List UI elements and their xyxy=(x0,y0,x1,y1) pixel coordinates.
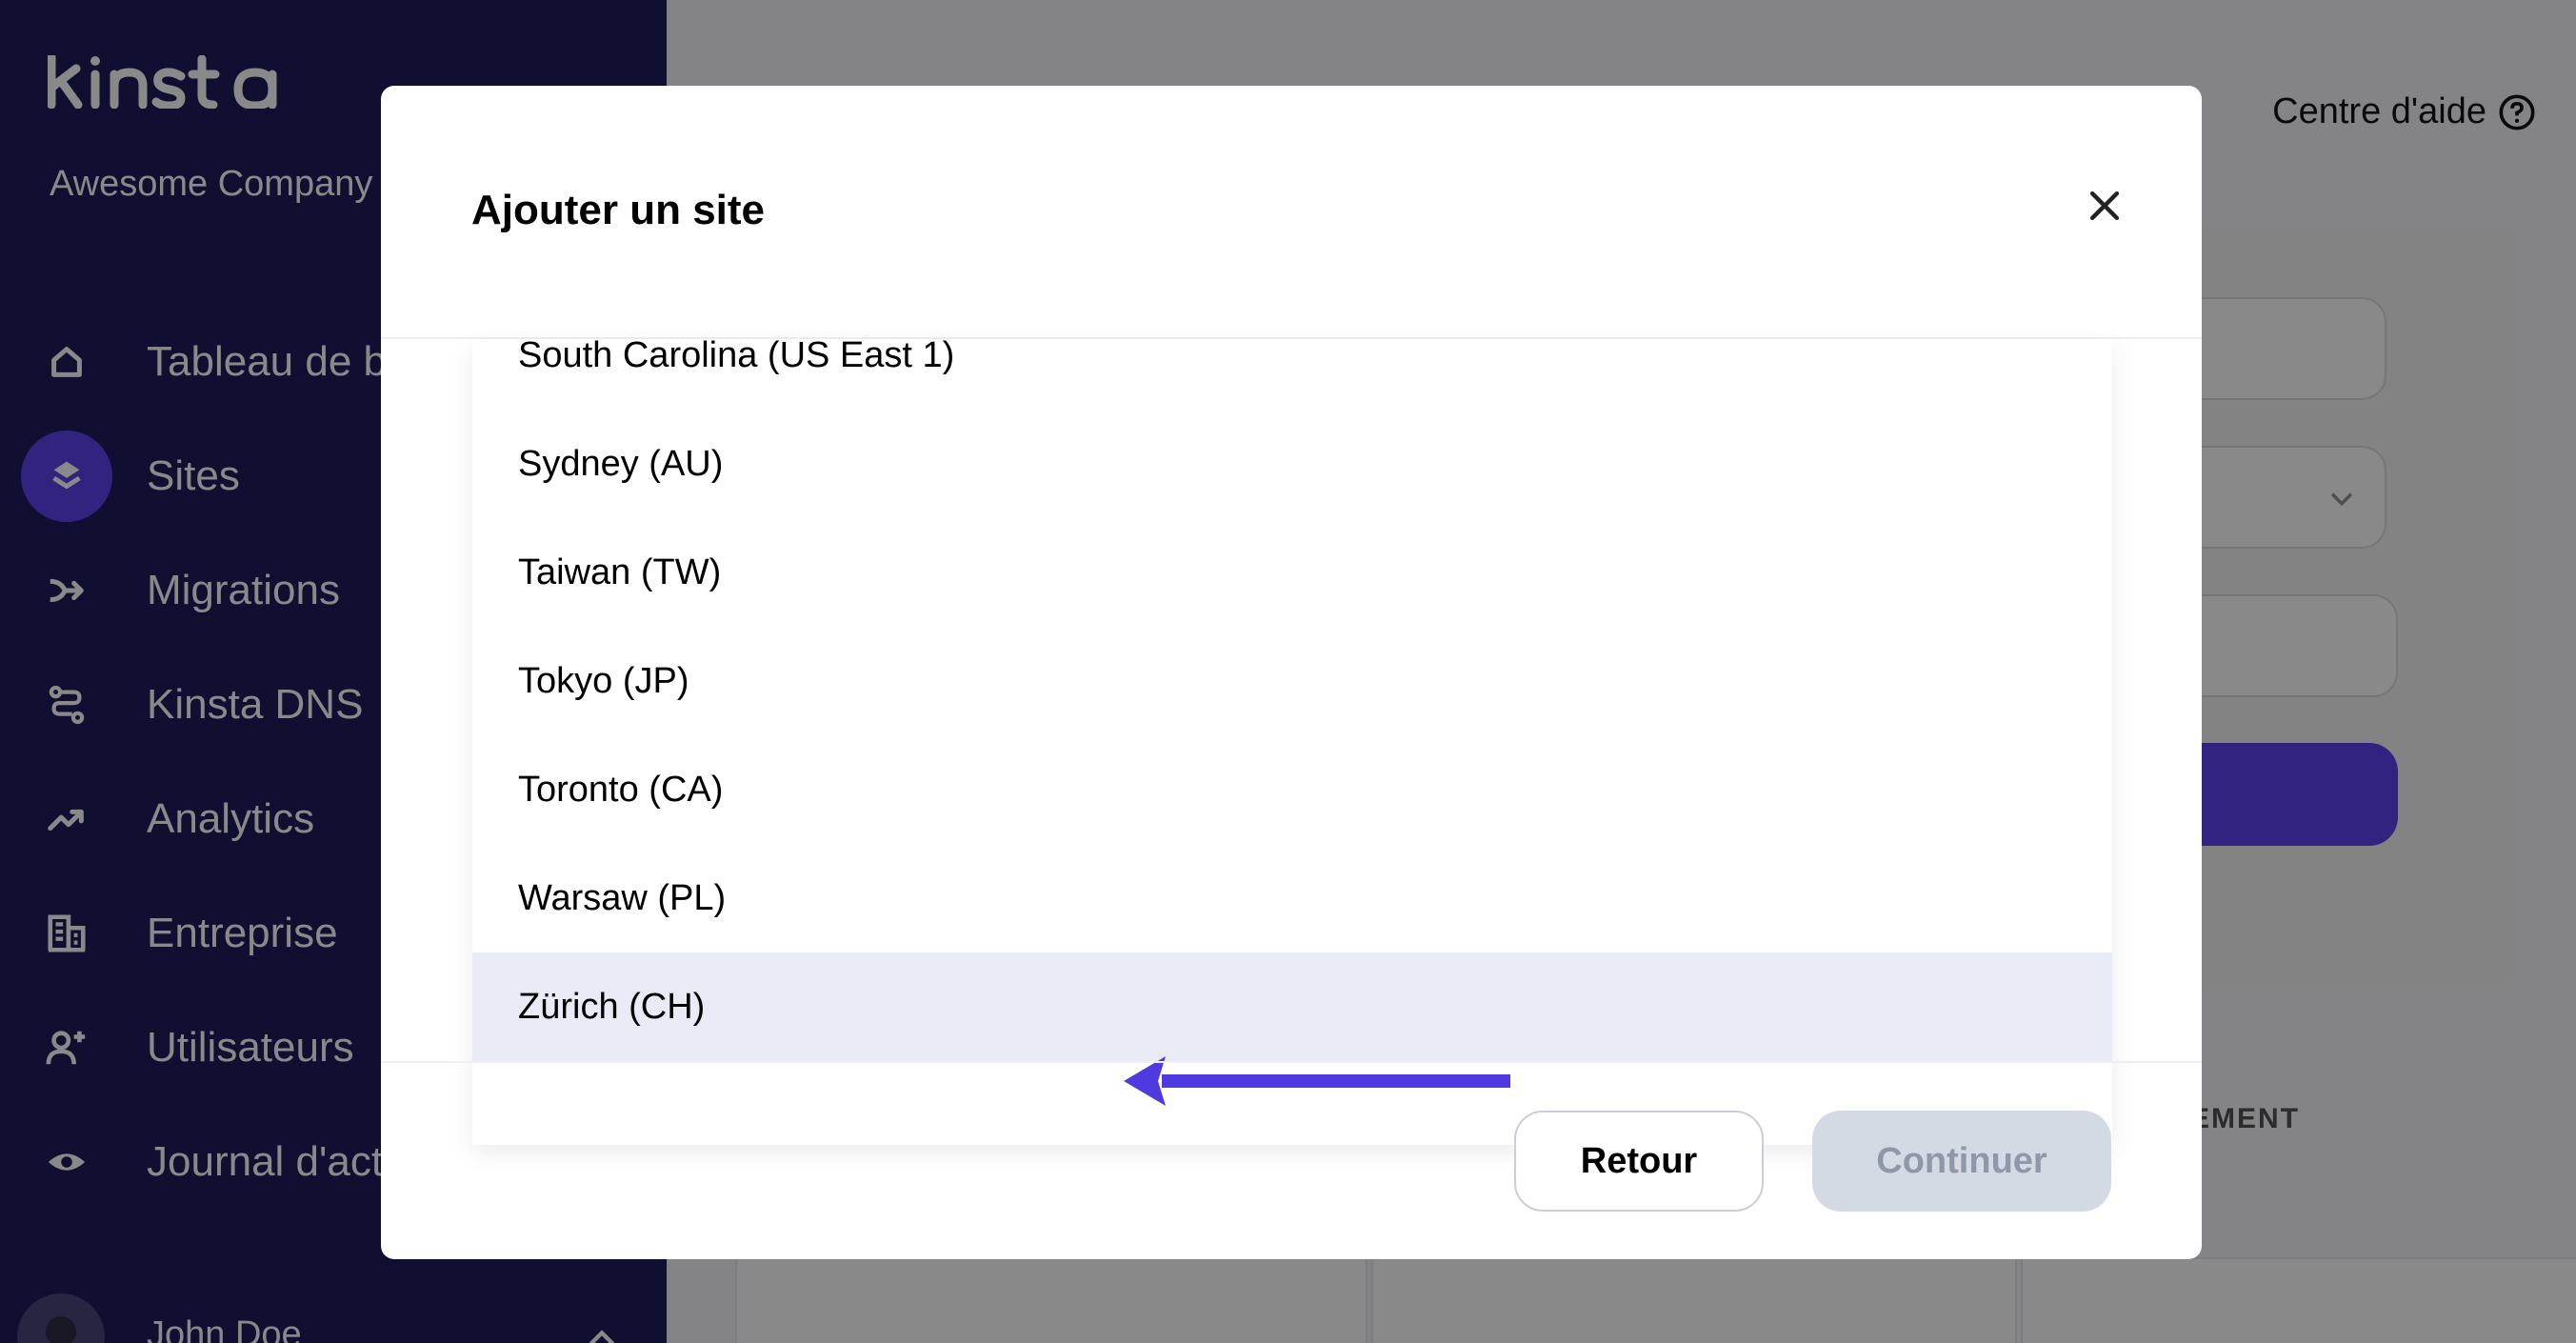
location-option: South Carolina (US East 1) xyxy=(518,339,955,375)
location-option: Zürich (CH) xyxy=(518,986,706,1027)
location-option: Sydney (AU) xyxy=(518,443,724,484)
list-item-selected[interactable]: Zürich (CH) xyxy=(472,952,2112,1061)
add-site-modal: Ajouter un site South Carolina (US East … xyxy=(381,86,2202,1259)
location-option: Taiwan (TW) xyxy=(518,551,722,592)
divider xyxy=(381,1061,2202,1063)
continue-button[interactable]: Continuer xyxy=(1812,1111,2111,1212)
location-option: Warsaw (PL) xyxy=(518,877,727,918)
location-list[interactable]: South Carolina (US East 1) Sydney (AU) T… xyxy=(472,339,2112,1145)
modal-title: Ajouter un site xyxy=(471,187,766,233)
list-item[interactable]: Warsaw (PL) xyxy=(472,844,2112,952)
list-item[interactable]: Taiwan (TW) xyxy=(472,518,2112,627)
location-option: Tokyo (JP) xyxy=(518,660,689,701)
list-item[interactable]: Toronto (CA) xyxy=(472,735,2112,844)
location-option: Toronto (CA) xyxy=(518,769,724,810)
list-item[interactable]: South Carolina (US East 1) xyxy=(472,339,2112,410)
list-item[interactable]: Tokyo (JP) xyxy=(472,627,2112,735)
list-item[interactable]: Sydney (AU) xyxy=(472,410,2112,518)
back-button[interactable]: Retour xyxy=(1514,1111,1764,1212)
close-icon[interactable] xyxy=(2084,185,2126,227)
app-window: Awesome Company Tableau de bord Sites Mi… xyxy=(0,0,2576,1343)
